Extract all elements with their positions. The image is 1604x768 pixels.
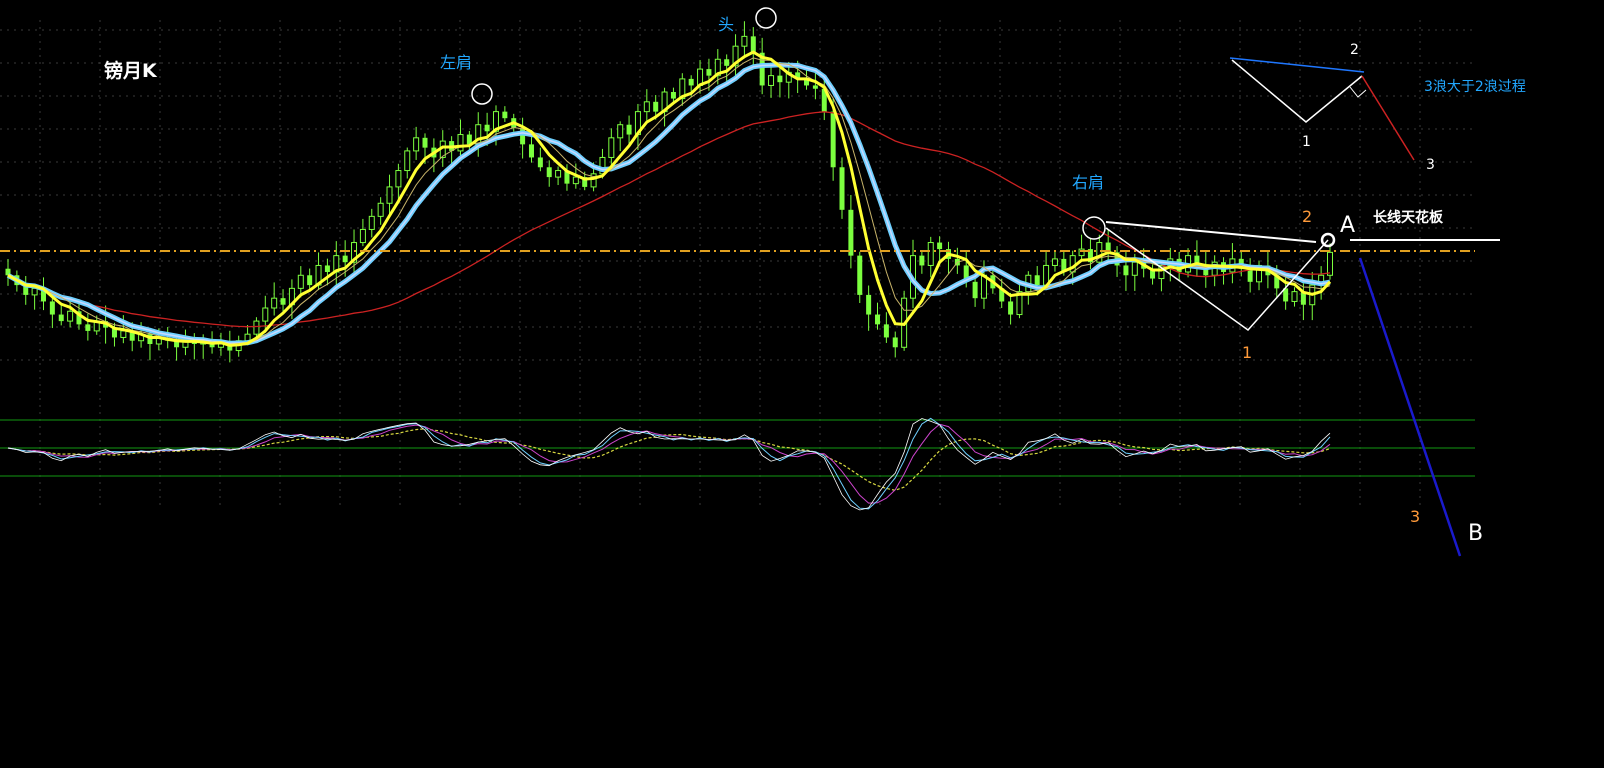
osc-line-blue — [7, 417, 1331, 510]
candle-body-down — [875, 314, 881, 325]
candlestick-series — [5, 21, 1333, 363]
trendline-top — [1105, 221, 1317, 243]
candle-body-up — [377, 202, 384, 217]
candle-body-down — [546, 167, 552, 178]
candle-body-down — [626, 124, 632, 135]
candle-body-down — [857, 255, 863, 295]
candle-body-down — [58, 314, 64, 322]
candle-body-down — [848, 209, 854, 256]
candle-body-down — [750, 36, 756, 53]
candle-body-down — [830, 111, 836, 168]
inset-caption: 3浪大于2浪过程 — [1424, 79, 1526, 95]
title-label: 镑月K — [104, 59, 158, 82]
candle-body-up — [413, 137, 420, 152]
candle-body-down — [1034, 275, 1040, 286]
candle-body-up — [368, 215, 375, 230]
candle-body-down — [937, 242, 943, 250]
candle-body-down — [422, 137, 428, 148]
candle-body-down — [706, 69, 712, 76]
candle-body-up — [120, 330, 127, 338]
candle-body-down — [502, 111, 508, 119]
candle-body-up — [359, 228, 366, 244]
left-shoulder-marker — [471, 83, 493, 105]
candle-body-down — [688, 78, 694, 86]
wave-2-label: 2 — [1302, 207, 1312, 226]
candle-body-up — [617, 124, 624, 139]
wave-inset-diagram: 1 2 3 3浪大于2浪过程 — [1229, 42, 1526, 173]
candle-body-up — [1051, 258, 1058, 266]
candle-body-up — [262, 307, 269, 322]
candle-body-up — [741, 35, 748, 47]
candle-body-up — [271, 297, 278, 309]
candle-body-up — [572, 176, 579, 185]
candle-body-up — [643, 101, 650, 113]
candle-body-down — [670, 92, 676, 99]
candle-body-down — [484, 124, 490, 132]
inset-wave-3: 3 — [1426, 157, 1435, 173]
ma-long-line — [7, 111, 1331, 328]
candle-body-up — [244, 333, 251, 342]
candle-body-down — [528, 144, 534, 158]
candle-body-down — [919, 255, 925, 266]
candle-body-up — [404, 150, 411, 172]
candle-body-down — [1123, 265, 1129, 276]
ma-thin-line — [7, 57, 1331, 346]
ma-fast-line — [7, 50, 1332, 347]
candle-body-down — [812, 85, 818, 89]
candle-body-up — [31, 287, 38, 296]
wave-1-label: 1 — [1242, 343, 1252, 362]
candle-body-down — [537, 157, 543, 168]
moving-average-lines — [6, 50, 1332, 347]
inset-wave-2: 2 — [1350, 42, 1359, 58]
point-b-label: B — [1468, 521, 1483, 546]
osc-line-magenta — [7, 423, 1331, 504]
candle-body-down — [324, 265, 330, 272]
candle-body-up — [1131, 261, 1138, 276]
candle-body-down — [342, 255, 348, 263]
left-shoulder-label: 左肩 — [440, 53, 472, 72]
candle-body-up — [395, 170, 402, 188]
candle-body-up — [253, 320, 260, 335]
inset-blue-line — [1229, 57, 1365, 73]
candle-body-up — [1327, 251, 1333, 276]
candle-body-up — [1291, 291, 1298, 302]
candle-body-up — [927, 242, 934, 266]
candle-body-down — [1008, 301, 1014, 315]
osc-line-white — [7, 418, 1331, 511]
candle-body-down — [724, 59, 730, 66]
head-label: 头 — [718, 15, 734, 34]
candle-body-down — [892, 337, 898, 348]
candle-body-up — [457, 134, 464, 152]
candle-body-down — [280, 298, 286, 305]
candle-body-up — [555, 170, 562, 178]
candle-body-up — [67, 310, 74, 322]
candle-body-down — [839, 167, 845, 210]
candle-body-down — [777, 75, 783, 83]
candle-body-down — [653, 101, 659, 112]
candle-body-up — [608, 137, 615, 158]
candle-body-down — [49, 301, 55, 315]
inset-red-line — [1361, 75, 1415, 161]
wave-3-label: 3 — [1410, 507, 1420, 526]
candle-body-up — [297, 274, 304, 289]
candle-body-down — [883, 324, 889, 338]
oscillator-panel — [0, 417, 1475, 511]
candle-body-down — [972, 281, 978, 299]
price-chart: 镑月K 左肩 头 右肩 长线天花板 A 2 1 3 B 1 2 3 3浪大于2浪… — [0, 7, 1526, 557]
candle-body-down — [866, 294, 872, 315]
point-a-label: A — [1340, 213, 1355, 238]
ceiling-label: 长线天花板 — [1373, 209, 1444, 226]
candle-body-up — [386, 186, 393, 204]
head-marker — [755, 7, 777, 29]
right-shoulder-label: 右肩 — [1072, 173, 1104, 192]
candle-body-down — [85, 324, 91, 331]
inset-wave-1: 1 — [1302, 134, 1311, 150]
candle-body-down — [307, 275, 313, 286]
candle-body-up — [768, 75, 775, 86]
